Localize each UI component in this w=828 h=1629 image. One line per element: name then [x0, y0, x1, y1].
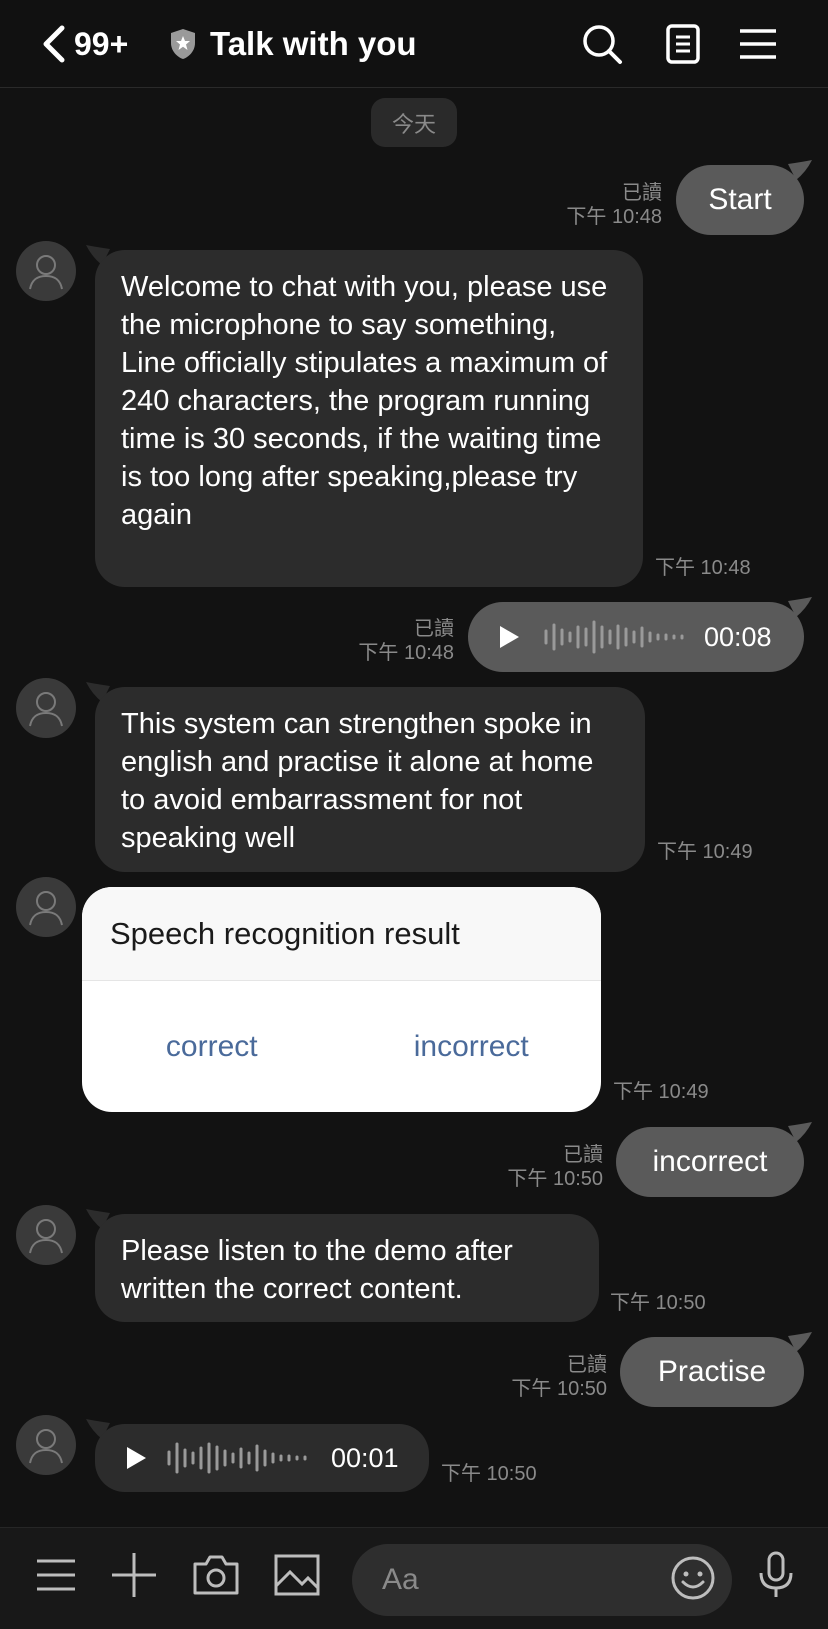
speech-result-card: Speech recognition result correct incorr…: [82, 887, 601, 1112]
back-chevron-icon: [43, 25, 65, 63]
unread-count: 99+: [74, 25, 129, 62]
waveform-icon: [167, 1442, 307, 1474]
message-meta: 已讀 下午 10:48: [522, 181, 662, 229]
date-divider: 今天: [371, 98, 457, 147]
outgoing-message[interactable]: incorrect: [616, 1127, 804, 1197]
back-button[interactable]: 99+: [40, 20, 128, 68]
incorrect-button[interactable]: incorrect: [342, 1030, 602, 1064]
outgoing-message[interactable]: Start: [676, 165, 804, 235]
message-meta: 已讀 下午 10:48: [314, 617, 454, 665]
avatar[interactable]: [16, 1415, 76, 1475]
message-time: 下午 10:49: [657, 841, 753, 863]
message-time: 下午 10:50: [511, 1378, 607, 1400]
incoming-message[interactable]: Welcome to chat with you, please use the…: [95, 250, 643, 587]
message-time: 下午 10:48: [566, 206, 662, 228]
waveform-icon: [544, 620, 684, 654]
message-time: 下午 10:49: [613, 1081, 709, 1103]
bubble-tail: [788, 160, 812, 180]
message-text: Please listen to the demo after written …: [121, 1235, 513, 1305]
message-meta: 已讀 下午 10:50: [463, 1143, 603, 1191]
read-receipt: 已讀: [567, 1354, 607, 1376]
read-receipt: 已讀: [414, 618, 454, 640]
bubble-tail: [788, 597, 812, 617]
avatar[interactable]: [16, 877, 76, 937]
message-time: 下午 10:48: [655, 557, 751, 579]
menu-icon[interactable]: [736, 22, 780, 66]
default-user-avatar-icon: [29, 891, 63, 926]
message-text: Practise: [657, 1355, 767, 1388]
chat-header: 99+ Talk with you: [0, 0, 828, 88]
bubble-tail: [788, 1122, 812, 1142]
notes-icon[interactable]: [661, 22, 705, 66]
incoming-voice-message[interactable]: 00:01: [95, 1424, 429, 1492]
message-text: This system can strengthen spoke in engl…: [121, 708, 594, 854]
message-time: 下午 10:50: [610, 1292, 706, 1314]
emoji-icon[interactable]: [670, 1555, 716, 1601]
bubble-tail: [788, 1332, 812, 1352]
incoming-message[interactable]: This system can strengthen spoke in engl…: [95, 687, 645, 872]
message-text: incorrect: [652, 1145, 768, 1178]
image-icon[interactable]: [272, 1550, 322, 1600]
read-receipt: 已讀: [622, 182, 662, 204]
plus-icon[interactable]: [109, 1550, 159, 1600]
default-user-avatar-icon: [29, 1219, 63, 1254]
avatar[interactable]: [16, 1205, 76, 1265]
read-receipt: 已讀: [563, 1144, 603, 1166]
default-user-avatar-icon: [29, 255, 63, 290]
menu-icon[interactable]: [31, 1550, 81, 1600]
message-time: 下午 10:50: [441, 1463, 537, 1485]
chat-title: Talk with you: [210, 25, 417, 62]
incoming-message[interactable]: Please listen to the demo after written …: [95, 1214, 599, 1322]
voice-duration: 00:01: [331, 1443, 399, 1473]
outgoing-message[interactable]: Practise: [620, 1337, 804, 1407]
correct-button[interactable]: correct: [82, 1030, 342, 1064]
shield-star-icon: [171, 29, 195, 59]
message-time: 下午 10:50: [507, 1168, 603, 1190]
voice-duration: 00:08: [704, 621, 772, 652]
play-icon[interactable]: [123, 1444, 149, 1472]
message-text: Welcome to chat with you, please use the…: [121, 271, 608, 531]
message-meta: 已讀 下午 10:50: [467, 1353, 607, 1401]
default-user-avatar-icon: [29, 692, 63, 727]
microphone-icon[interactable]: [751, 1550, 801, 1600]
card-title: Speech recognition result: [82, 887, 601, 981]
input-placeholder: Aa: [382, 1563, 419, 1596]
default-user-avatar-icon: [29, 1429, 63, 1464]
input-bar: Aa: [0, 1527, 828, 1629]
camera-icon[interactable]: [191, 1550, 241, 1600]
search-icon[interactable]: [580, 22, 624, 66]
outgoing-voice-message[interactable]: 00:08: [468, 602, 804, 672]
avatar[interactable]: [16, 678, 76, 738]
chat-title-area[interactable]: Talk with you: [168, 20, 417, 68]
message-text: Start: [708, 183, 772, 216]
card-actions: correct incorrect: [82, 981, 601, 1112]
play-icon[interactable]: [496, 623, 522, 651]
avatar[interactable]: [16, 241, 76, 301]
message-time: 下午 10:48: [358, 642, 454, 664]
